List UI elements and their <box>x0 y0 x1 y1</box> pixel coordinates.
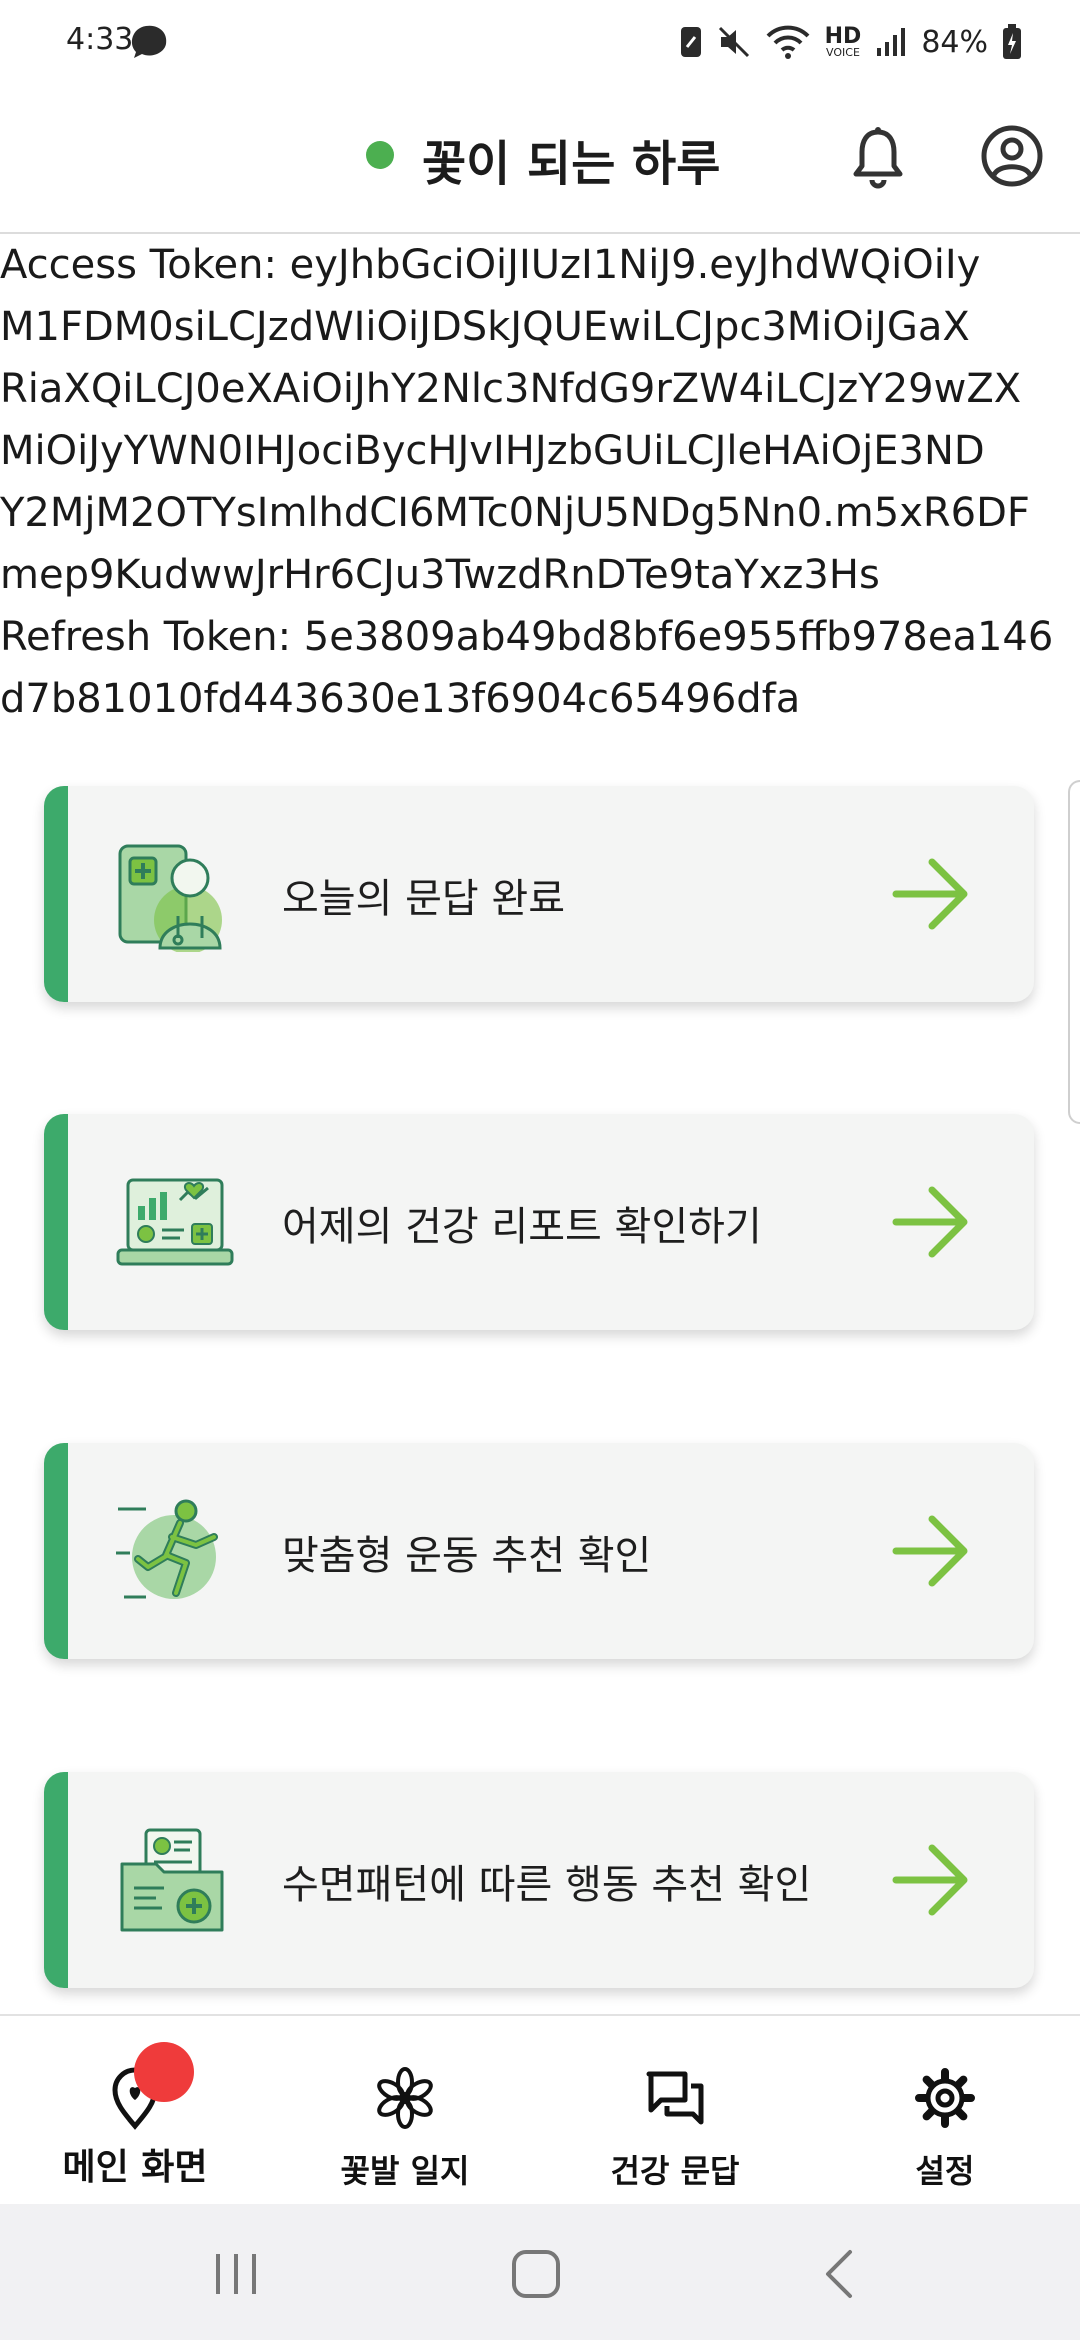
home-icon[interactable] <box>506 2248 566 2300</box>
scrollbar-thumb[interactable] <box>1068 780 1080 1124</box>
voice-label: VOICE <box>826 45 860 59</box>
signal-icon <box>877 28 906 56</box>
nav-main[interactable]: 메인 화면 <box>0 2016 270 2206</box>
token-line: MiOiJyYWN0IHJociBycHJvIHJzbGUiLCJleHAiOj… <box>0 428 985 474</box>
nfc-icon <box>680 27 701 57</box>
health-report-laptop-icon <box>116 1178 234 1266</box>
recent-apps-icon[interactable] <box>206 2248 266 2300</box>
battery-percent: 84% <box>921 24 988 60</box>
gear-icon <box>915 2068 975 2128</box>
status-dot <box>366 141 394 169</box>
card-label: 맞춤형 운동 추천 확인 <box>282 1533 652 1579</box>
card-accent <box>44 1443 68 1659</box>
token-line: mep9KudwwJrHr6CJu3TwzdRnDTe9taYxz3Hs <box>0 552 880 598</box>
page-title: 꽃이 되는 하루 <box>422 136 721 192</box>
card-label: 어제의 건강 리포트 확인하기 <box>282 1204 762 1250</box>
nav-label: 건강 문답 <box>610 2152 740 2190</box>
nav-settings[interactable]: 설정 <box>810 2016 1080 2206</box>
system-nav-bar <box>0 2204 1080 2340</box>
notification-badge <box>134 2042 194 2102</box>
app-bar: 꽃이 되는 하루 <box>0 86 1080 234</box>
profile-icon[interactable] <box>980 124 1044 188</box>
nav-health-qa[interactable]: 건강 문답 <box>540 2016 810 2206</box>
bell-icon[interactable] <box>850 126 906 190</box>
hd-label: HD <box>824 23 862 49</box>
battery-charging-icon <box>1003 24 1021 59</box>
mute-icon <box>718 26 749 58</box>
status-icons: HD VOICE 84% <box>679 20 1022 64</box>
back-icon[interactable] <box>810 2248 870 2300</box>
nav-label: 꽃발 일지 <box>340 2152 470 2190</box>
card-today-qa[interactable]: 오늘의 문답 완료 <box>44 786 1034 1002</box>
nav-label: 메인 화면 <box>62 2147 208 2188</box>
card-accent <box>44 1114 68 1330</box>
moon-icon <box>131 25 167 59</box>
token-line: M1FDM0siLCJzdWIiOiJDSkJQUEwiLCJpc3MiOiJG… <box>0 304 970 350</box>
token-line: Access Token: eyJhbGciOiJIUzI1NiJ9.eyJhd… <box>0 242 981 288</box>
status-bar: 4:33 HD VOICE 84% <box>0 0 1080 86</box>
flower-icon <box>377 2067 433 2129</box>
token-line: Refresh Token: 5e3809ab49bd8bf6e955ffb97… <box>0 614 1054 660</box>
card-accent <box>44 786 68 1002</box>
token-line: d7b81010fd443630e13f6904c65496dfa <box>0 676 801 722</box>
card-exercise-recommendation[interactable]: 맞춤형 운동 추천 확인 <box>44 1443 1034 1659</box>
arrow-right-icon[interactable] <box>892 1513 972 1589</box>
card-label: 수면패턴에 따른 행동 추천 확인 <box>282 1862 812 1908</box>
wifi-icon <box>766 25 810 59</box>
running-person-icon <box>116 1499 218 1599</box>
chat-bubbles-icon <box>646 2071 704 2125</box>
hd-voice-indicator: HD VOICE <box>824 23 862 59</box>
status-time: 4:33 <box>66 22 134 57</box>
token-text: Access Token: eyJhbGciOiJIUzI1NiJ9.eyJhd… <box>0 234 1080 730</box>
nav-label: 설정 <box>915 2152 975 2190</box>
medical-folder-icon <box>120 1828 224 1932</box>
card-label: 오늘의 문답 완료 <box>282 876 566 922</box>
arrow-right-icon[interactable] <box>892 1184 972 1260</box>
token-line: Y2MjM2OTYsImlhdCI6MTc0NjU5NDg5Nn0.m5xR6D… <box>0 490 1030 536</box>
arrow-right-icon[interactable] <box>892 856 972 932</box>
bottom-nav: 메인 화면 꽃발 일지 건강 문답 설정 <box>0 2014 1080 2206</box>
doctor-chat-icon <box>118 844 222 952</box>
nav-flower-journal[interactable]: 꽃발 일지 <box>270 2016 540 2206</box>
card-sleep-recommendation[interactable]: 수면패턴에 따른 행동 추천 확인 <box>44 1772 1034 1988</box>
card-accent <box>44 1772 68 1988</box>
arrow-right-icon[interactable] <box>892 1842 972 1918</box>
token-line: RiaXQiLCJ0eXAiOiJhY2Nlc3NfdG9rZW4iLCJzY2… <box>0 366 1022 412</box>
card-health-report[interactable]: 어제의 건강 리포트 확인하기 <box>44 1114 1034 1330</box>
